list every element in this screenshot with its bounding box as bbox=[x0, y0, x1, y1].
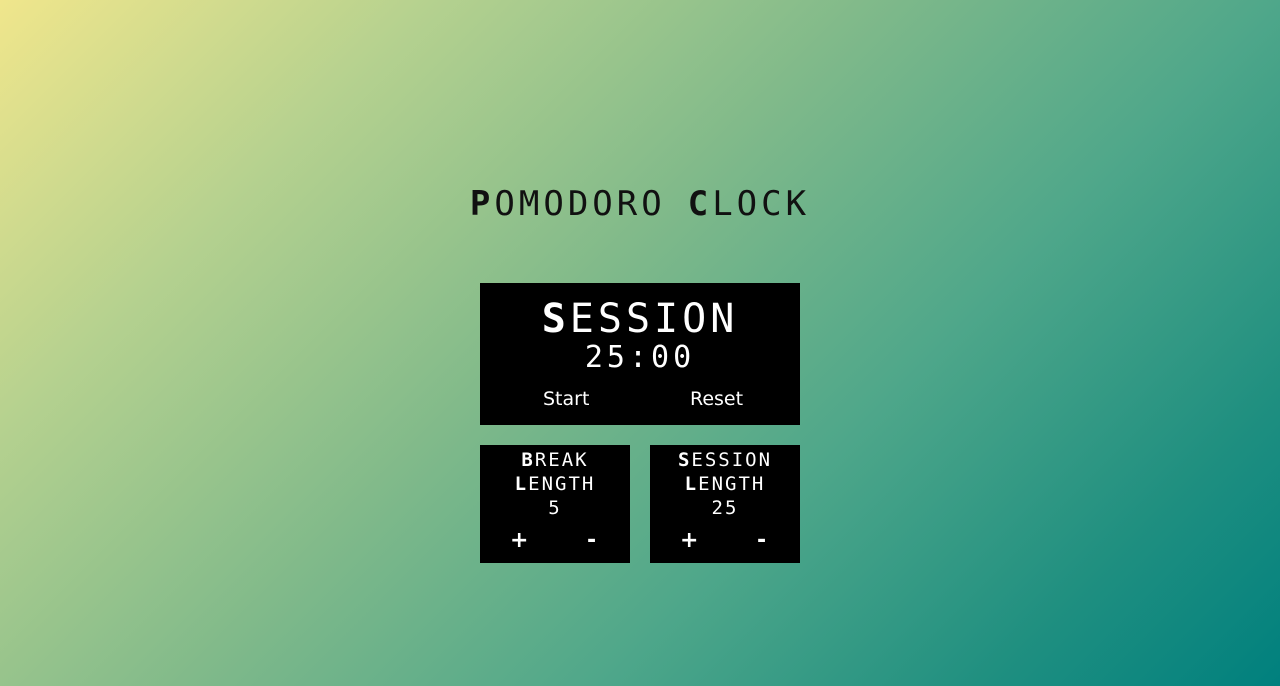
title-initial: P bbox=[469, 184, 495, 224]
session-length-panel: SESSION LENGTH 25 + - bbox=[650, 445, 800, 563]
session-panel: SESSION 25:00 Start Reset bbox=[480, 283, 800, 425]
session-label-line1: SESSION bbox=[650, 448, 800, 472]
title-rest: LOCK bbox=[712, 184, 811, 224]
break-length-value: 5 bbox=[548, 497, 562, 519]
label-initial: L bbox=[514, 473, 529, 495]
break-label-line1: BREAK bbox=[480, 448, 630, 472]
session-decrement-button[interactable]: - bbox=[757, 529, 766, 553]
break-length-label: BREAK LENGTH bbox=[480, 448, 630, 496]
session-length-controls: + - bbox=[650, 529, 800, 553]
break-increment-button[interactable]: + bbox=[510, 529, 528, 553]
title-initial: C bbox=[687, 184, 713, 224]
title-word-clock: CLOCK bbox=[688, 184, 810, 224]
label-initial: B bbox=[521, 449, 535, 471]
break-length-panel: BREAK LENGTH 5 + - bbox=[480, 445, 630, 563]
label-rest: ENGTH bbox=[528, 473, 596, 495]
label-rest: ENGTH bbox=[698, 473, 766, 495]
title-rest: OMODORO bbox=[494, 184, 666, 224]
reset-button[interactable]: Reset bbox=[690, 387, 743, 411]
timer-display: 25:00 bbox=[584, 340, 696, 375]
label-initial: S bbox=[677, 449, 692, 471]
session-title-initial: S bbox=[541, 296, 570, 342]
label-rest: ESSION bbox=[691, 449, 773, 471]
label-rest: REAK bbox=[534, 449, 589, 471]
page-title: POMODORO CLOCK bbox=[0, 184, 1280, 224]
session-label-line2: LENGTH bbox=[650, 472, 800, 496]
start-button[interactable]: Start bbox=[543, 387, 589, 411]
session-title: SESSION bbox=[480, 297, 800, 341]
break-length-controls: + - bbox=[480, 529, 630, 553]
break-label-line2: LENGTH bbox=[480, 472, 630, 496]
session-title-rest: ESSION bbox=[569, 296, 739, 342]
session-length-value: 25 bbox=[711, 497, 739, 519]
break-decrement-button[interactable]: - bbox=[587, 529, 596, 553]
session-increment-button[interactable]: + bbox=[680, 529, 698, 553]
timer-controls: Start Reset bbox=[480, 387, 800, 411]
label-initial: L bbox=[684, 473, 699, 495]
session-length-label: SESSION LENGTH bbox=[650, 448, 800, 496]
title-word-pomodoro: POMODORO bbox=[470, 184, 666, 224]
